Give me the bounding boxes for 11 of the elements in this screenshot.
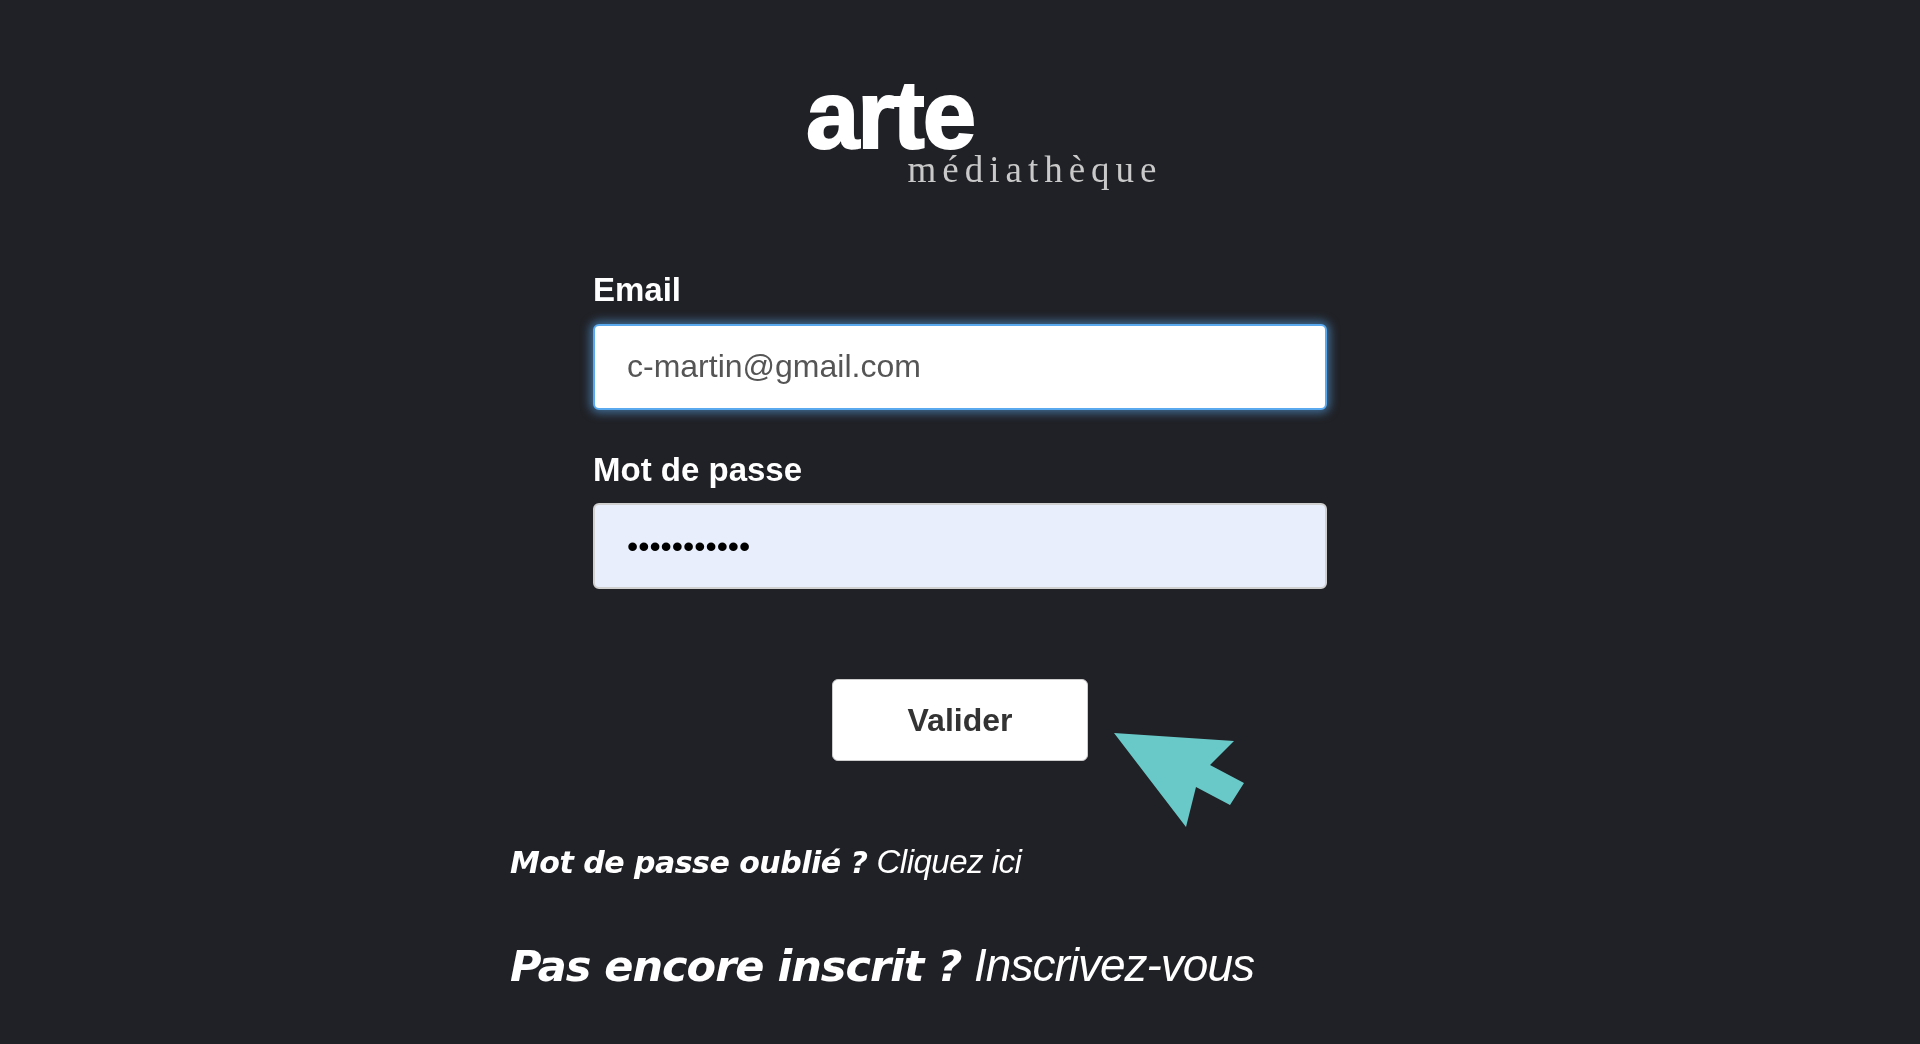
email-field[interactable]: c-martin@gmail.com: [593, 323, 1327, 410]
submit-button[interactable]: Valider: [832, 679, 1088, 762]
logo-subtitle: médiathèque: [907, 151, 1163, 189]
prompt-text: Pas encore inscrit ?: [510, 940, 962, 991]
text-link[interactable]: Cliquez ici: [876, 843, 1022, 881]
text-link[interactable]: Inscrivez-vous: [974, 938, 1254, 991]
field-label: Email: [593, 270, 683, 310]
logo-wordmark: arte: [805, 72, 975, 150]
password-field[interactable]: •••••••••••: [593, 503, 1327, 590]
field-label: Mot de passe: [593, 449, 804, 490]
prompt-text: Mot de passe oublié ?: [510, 845, 868, 881]
